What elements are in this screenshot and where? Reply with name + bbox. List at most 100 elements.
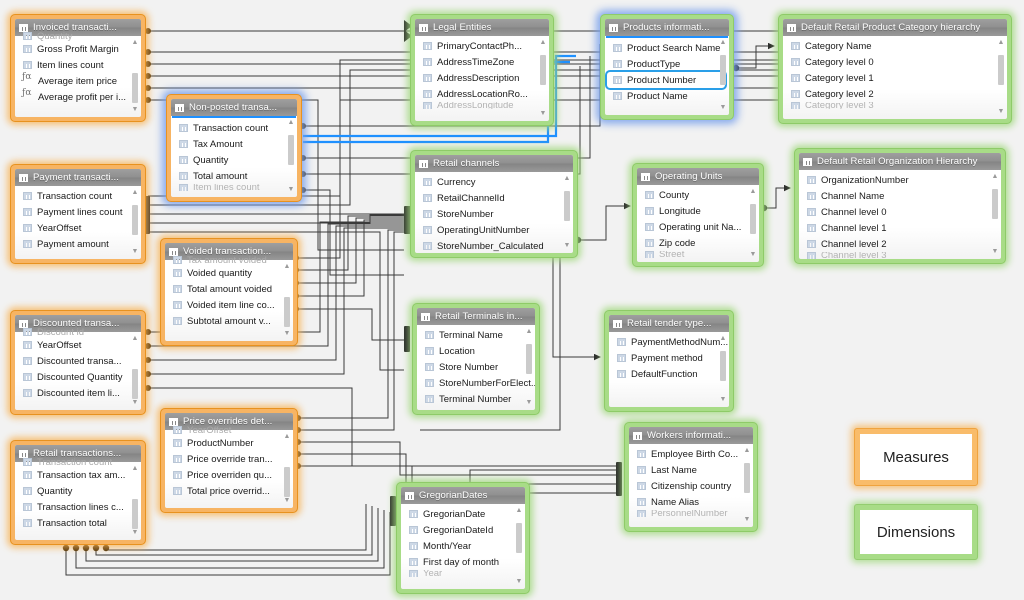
scroll-up-icon[interactable]: ▲ bbox=[743, 447, 751, 455]
field-row[interactable]: Price overriden qu... bbox=[165, 467, 293, 483]
scroll-thumb[interactable] bbox=[284, 467, 290, 497]
field-row[interactable]: Zip code bbox=[637, 235, 759, 251]
table-scrollbar[interactable]: ▲ ▼ bbox=[743, 447, 751, 524]
field-row[interactable]: OperatingUnitNumber bbox=[415, 222, 573, 238]
field-row[interactable]: AddressTimeZone bbox=[415, 54, 549, 70]
field-row[interactable]: Product Search Name bbox=[605, 40, 729, 56]
field-row[interactable]: RetailChannelId bbox=[415, 190, 573, 206]
field-row[interactable]: Name Alias bbox=[629, 494, 753, 510]
scroll-up-icon[interactable]: ▲ bbox=[515, 507, 523, 515]
scroll-down-icon[interactable]: ▼ bbox=[997, 108, 1005, 116]
field-row[interactable]: Discounted Quantity bbox=[15, 369, 141, 385]
field-row[interactable]: Location bbox=[417, 343, 535, 359]
table-card-workers-information[interactable]: Workers informati... Employee Birth Co...… bbox=[624, 422, 758, 532]
scroll-down-icon[interactable]: ▼ bbox=[991, 248, 999, 256]
scroll-up-icon[interactable]: ▲ bbox=[719, 335, 727, 343]
field-row[interactable]: Channel level 2 bbox=[799, 236, 1001, 252]
table-header-payment-transactions[interactable]: Payment transacti... bbox=[15, 169, 141, 186]
field-row[interactable]: Subtotal amount v... bbox=[165, 313, 293, 329]
field-row[interactable]: Year bbox=[401, 570, 525, 577]
field-row[interactable]: Payment method bbox=[609, 350, 729, 366]
field-row[interactable]: OrganizationNumber bbox=[799, 172, 1001, 188]
field-row[interactable]: Transaction lines c... bbox=[15, 499, 141, 515]
table-header-default-retail-product-category-hierarchy[interactable]: Default Retail Product Category hierarch… bbox=[783, 19, 1007, 36]
scroll-thumb[interactable] bbox=[540, 55, 546, 85]
scroll-down-icon[interactable]: ▼ bbox=[131, 106, 139, 114]
field-row[interactable]: Channel level 1 bbox=[799, 220, 1001, 236]
table-scrollbar[interactable]: ▲ ▼ bbox=[131, 39, 139, 114]
scroll-up-icon[interactable]: ▲ bbox=[719, 39, 727, 47]
scroll-down-icon[interactable]: ▼ bbox=[743, 516, 751, 524]
field-row[interactable]: Gross Profit Margin bbox=[15, 41, 141, 57]
scroll-down-icon[interactable]: ▼ bbox=[515, 578, 523, 586]
field-row[interactable]: Longitude bbox=[637, 203, 759, 219]
field-row[interactable]: Average profit per i... bbox=[15, 88, 141, 105]
field-row[interactable]: First day of month bbox=[401, 554, 525, 570]
table-header-retail-tender-types[interactable]: Retail tender type... bbox=[609, 315, 729, 332]
scroll-up-icon[interactable]: ▲ bbox=[131, 39, 139, 47]
field-row[interactable]: Item lines count bbox=[15, 57, 141, 73]
table-scrollbar[interactable]: ▲ ▼ bbox=[283, 263, 291, 338]
table-header-workers-information[interactable]: Workers informati... bbox=[629, 427, 753, 444]
scroll-thumb[interactable] bbox=[288, 135, 294, 165]
field-row[interactable]: Category Name bbox=[783, 38, 1007, 54]
field-row[interactable]: Total amount voided bbox=[165, 281, 293, 297]
field-row[interactable]: Channel level 3 bbox=[799, 252, 1001, 259]
field-row[interactable]: Discounted item li... bbox=[15, 385, 141, 401]
field-row[interactable]: Citizenship country bbox=[629, 478, 753, 494]
scroll-up-icon[interactable]: ▲ bbox=[997, 39, 1005, 47]
field-row[interactable]: Category level 0 bbox=[783, 54, 1007, 70]
scroll-down-icon[interactable]: ▼ bbox=[719, 396, 727, 404]
table-card-default-retail-organization-hierarchy[interactable]: Default Retail Organization Hierarchy Org… bbox=[794, 148, 1006, 264]
scroll-thumb[interactable] bbox=[744, 463, 750, 493]
field-row[interactable]: Month/Year bbox=[401, 538, 525, 554]
scroll-down-icon[interactable]: ▼ bbox=[749, 251, 757, 259]
field-row[interactable]: Item lines count bbox=[171, 184, 297, 191]
table-header-non-posted-transactions[interactable]: Non-posted transa... bbox=[171, 99, 297, 116]
field-row[interactable]: ProductNumber bbox=[165, 435, 293, 451]
table-header-gregorian-dates[interactable]: GregorianDates bbox=[401, 487, 525, 504]
field-row[interactable]: Terminal Name bbox=[417, 327, 535, 343]
field-row[interactable]: GregorianDateId bbox=[401, 522, 525, 538]
scroll-thumb[interactable] bbox=[998, 55, 1004, 85]
table-header-products-information[interactable]: Products informati... bbox=[605, 19, 729, 36]
field-row[interactable]: PaymentMethodNum... bbox=[609, 334, 729, 350]
scroll-thumb[interactable] bbox=[132, 73, 138, 103]
field-row[interactable]: County bbox=[637, 187, 759, 203]
table-card-legal-entities[interactable]: Legal Entities PrimaryContactPh... Address… bbox=[410, 14, 554, 126]
scroll-up-icon[interactable]: ▲ bbox=[749, 188, 757, 196]
table-card-payment-transactions[interactable]: Payment transacti... Transaction count Pay… bbox=[10, 164, 146, 264]
scroll-thumb[interactable] bbox=[284, 297, 290, 327]
field-row[interactable]: GregorianDate bbox=[401, 506, 525, 522]
scroll-down-icon[interactable]: ▼ bbox=[131, 399, 139, 407]
field-row[interactable]: Operating unit Na... bbox=[637, 219, 759, 235]
field-row[interactable]: Product Name bbox=[605, 88, 729, 104]
field-row[interactable]: Channel level 0 bbox=[799, 204, 1001, 220]
scroll-thumb[interactable] bbox=[750, 204, 756, 234]
scroll-up-icon[interactable]: ▲ bbox=[563, 175, 571, 183]
field-row[interactable]: Total price overrid... bbox=[165, 483, 293, 499]
field-row[interactable]: DefaultFunction bbox=[609, 366, 729, 382]
table-header-retail-terminals[interactable]: Retail Terminals in... bbox=[417, 308, 535, 325]
field-row[interactable]: Product Number bbox=[605, 70, 727, 90]
table-card-gregorian-dates[interactable]: GregorianDates GregorianDate GregorianDate… bbox=[396, 482, 530, 594]
table-scrollbar[interactable]: ▲ ▼ bbox=[991, 173, 999, 256]
field-row[interactable]: StoreNumber_Calculated bbox=[415, 238, 573, 253]
field-row[interactable]: Transaction count bbox=[171, 120, 297, 136]
scroll-thumb[interactable] bbox=[132, 369, 138, 399]
field-row[interactable]: Average item price bbox=[15, 72, 141, 89]
table-card-default-retail-product-category-hierarchy[interactable]: Default Retail Product Category hierarch… bbox=[778, 14, 1012, 124]
table-header-retail-channels[interactable]: Retail channels bbox=[415, 155, 573, 172]
table-scrollbar[interactable]: ▲ ▼ bbox=[749, 188, 757, 259]
field-row[interactable]: Channel Name bbox=[799, 188, 1001, 204]
scroll-down-icon[interactable]: ▼ bbox=[563, 242, 571, 250]
table-card-price-overrides-details[interactable]: Price overrides det... YearOffset ProductN… bbox=[160, 408, 298, 513]
scroll-down-icon[interactable]: ▼ bbox=[525, 399, 533, 407]
field-row[interactable]: Currency bbox=[415, 174, 573, 190]
scroll-thumb[interactable] bbox=[132, 205, 138, 235]
field-row[interactable]: Transaction total bbox=[15, 515, 141, 531]
table-scrollbar[interactable]: ▲ ▼ bbox=[283, 433, 291, 505]
table-card-retail-tender-types[interactable]: Retail tender type... PaymentMethodNum...… bbox=[604, 310, 734, 412]
table-header-legal-entities[interactable]: Legal Entities bbox=[415, 19, 549, 36]
table-card-voided-transactions[interactable]: Voided transaction... Tax amount voided Vo… bbox=[160, 238, 298, 346]
